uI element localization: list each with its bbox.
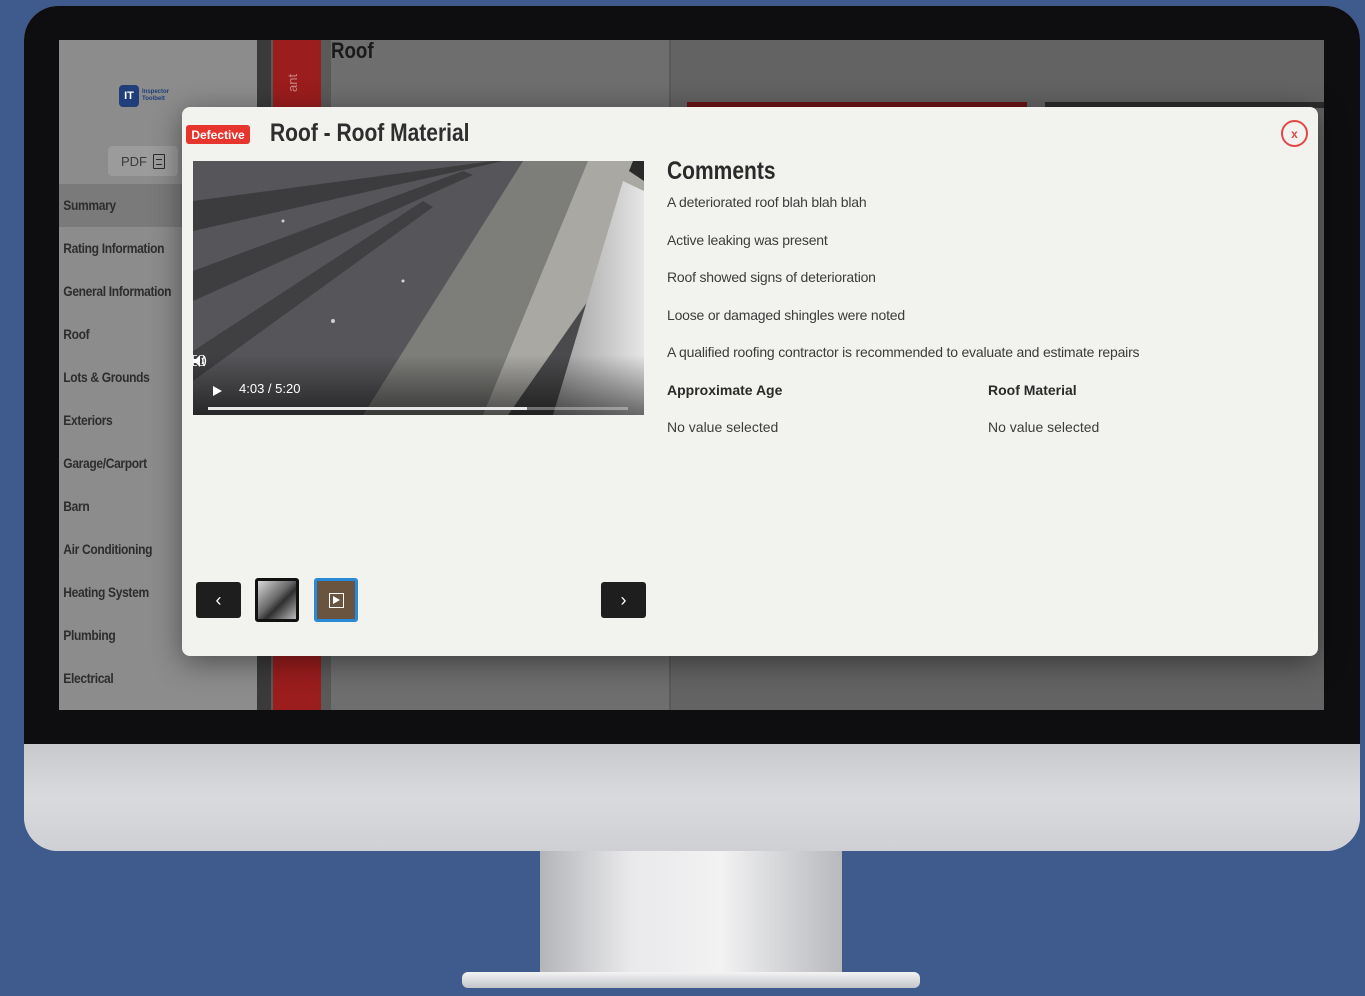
approximate-age-value: No value selected bbox=[667, 419, 779, 435]
comment-item: Roof showed signs of deterioration bbox=[667, 269, 876, 285]
roof-material-label: Roof Material bbox=[988, 382, 1077, 398]
monitor-stand bbox=[540, 851, 842, 979]
comment-item: Active leaking was present bbox=[667, 232, 828, 248]
video-progress-bar[interactable] bbox=[208, 407, 628, 410]
pdf-button[interactable]: PDF bbox=[108, 146, 178, 176]
video-controls: 4:03 / 5:20 bbox=[193, 355, 644, 415]
comment-item: Loose or damaged shingles were noted bbox=[667, 307, 905, 323]
chevron-left-icon: ‹ bbox=[215, 589, 222, 610]
video-progress-fill bbox=[208, 407, 528, 410]
comment-item: A deteriorated roof blah blah blah bbox=[667, 194, 867, 210]
status-badge: Defective bbox=[186, 125, 250, 144]
page-title: Roof bbox=[331, 40, 374, 63]
play-icon bbox=[328, 592, 344, 608]
pdf-button-label: PDF bbox=[121, 153, 147, 169]
defect-modal: Defective Roof - Roof Material x 4:03 / … bbox=[182, 107, 1318, 656]
document-icon bbox=[153, 153, 165, 169]
play-icon[interactable] bbox=[213, 386, 222, 396]
video-player[interactable]: 4:03 / 5:20 bbox=[193, 161, 644, 415]
logo-mark: IT bbox=[119, 85, 139, 107]
fullscreen-icon[interactable] bbox=[193, 355, 204, 366]
logo-text-line-1: Inspector bbox=[142, 89, 170, 95]
comment-item: A qualified roofing contractor is recomm… bbox=[667, 344, 1140, 360]
roof-material-value: No value selected bbox=[988, 419, 1100, 435]
vertical-tab-label: ant bbox=[285, 73, 300, 92]
video-time: 4:03 / 5:20 bbox=[239, 381, 301, 396]
close-icon: x bbox=[1291, 126, 1298, 141]
close-button[interactable]: x bbox=[1281, 120, 1308, 147]
monitor-chin bbox=[24, 744, 1360, 851]
monitor-stand-base bbox=[462, 972, 920, 988]
previous-button[interactable]: ‹ bbox=[196, 582, 241, 618]
approximate-age-label: Approximate Age bbox=[667, 382, 783, 398]
chevron-right-icon: › bbox=[620, 589, 627, 610]
media-thumbnail[interactable] bbox=[255, 578, 299, 622]
media-thumbnail-video[interactable] bbox=[314, 578, 358, 622]
comments-heading: Comments bbox=[667, 157, 776, 185]
logo-text-line-2: Toolbelt bbox=[142, 96, 165, 102]
next-button[interactable]: › bbox=[601, 582, 646, 618]
modal-title: Roof - Roof Material bbox=[270, 119, 470, 147]
sidebar-item-electrical[interactable]: Electrical bbox=[59, 657, 229, 700]
app-logo[interactable]: IT Inspector Toolbelt bbox=[119, 84, 175, 108]
